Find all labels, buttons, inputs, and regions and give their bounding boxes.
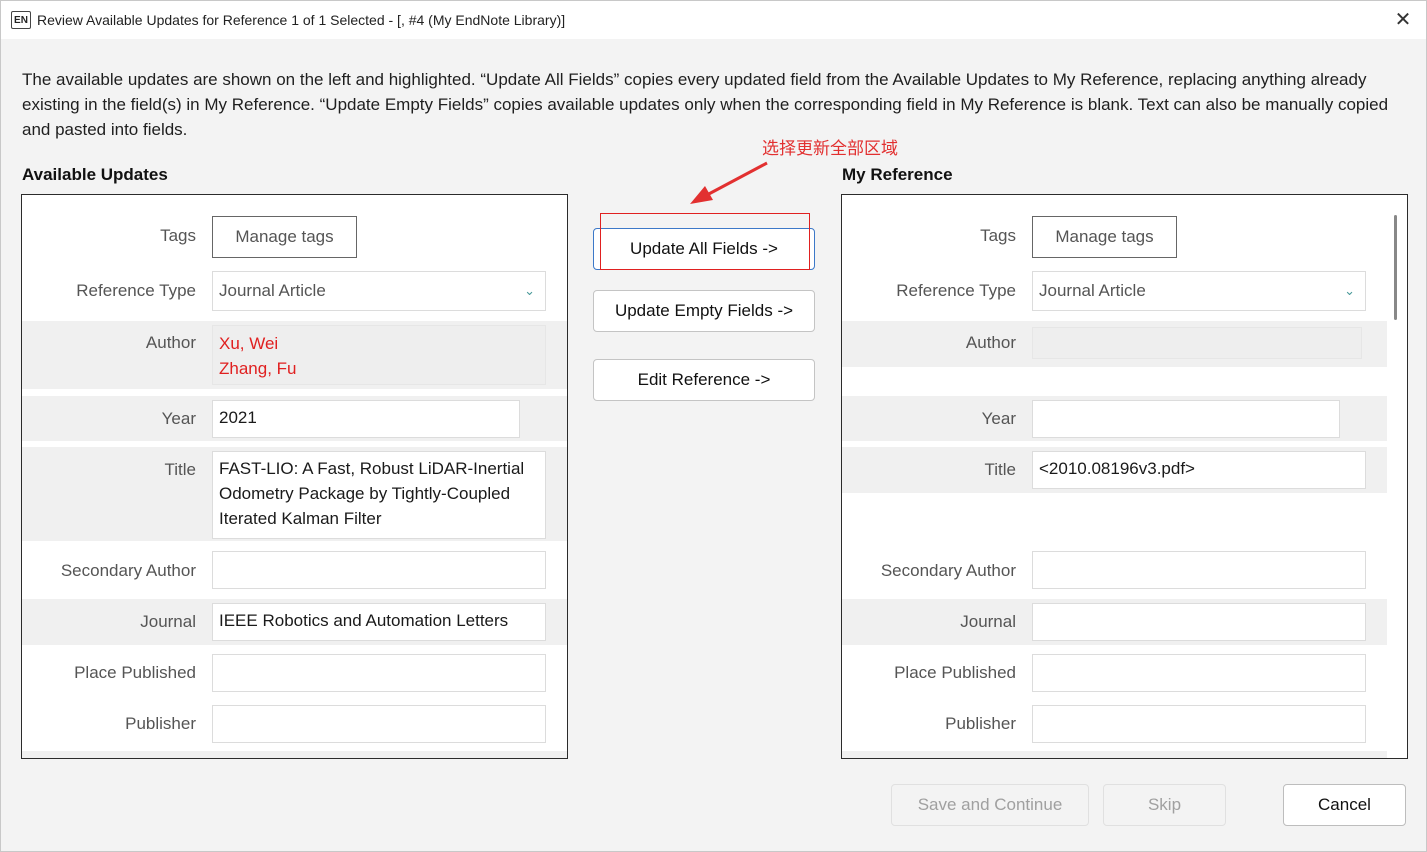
secondary-author-row: Secondary Author (22, 545, 567, 597)
update-empty-fields-button[interactable]: Update Empty Fields -> (593, 290, 815, 332)
journal-label: Journal (140, 612, 196, 631)
journal-field[interactable]: IEEE Robotics and Automation Letters (212, 603, 546, 641)
year-field[interactable]: 2021 (212, 400, 520, 438)
manage-tags-button[interactable]: Manage tags (212, 216, 357, 258)
my-reference-heading: My Reference (842, 165, 953, 184)
place-published-row: Place Published (842, 649, 1387, 699)
publisher-row: Publisher (842, 701, 1387, 753)
reference-type-label: Reference Type (76, 281, 196, 300)
reference-type-value: Journal Article (219, 281, 326, 300)
description-text: The available updates are shown on the l… (22, 70, 1389, 139)
reference-type-select[interactable]: Journal Article ⌄ (212, 271, 546, 311)
available-updates-heading: Available Updates (22, 165, 168, 184)
title-row: Title <2010.08196v3.pdf> (842, 447, 1387, 493)
publisher-field[interactable] (1032, 705, 1366, 743)
year-label: Year (161, 409, 196, 428)
tags-row: Tags Manage tags Reference Type Journal … (842, 195, 1387, 320)
year-row: Year (842, 396, 1387, 441)
author-label: Author (145, 333, 196, 352)
reference-type-value: Journal Article (1039, 281, 1146, 300)
close-icon[interactable]: ✕ (1388, 5, 1418, 35)
author-row: Author (842, 321, 1387, 367)
manage-tags-button[interactable]: Manage tags (1032, 216, 1177, 258)
year-row: Year 2021 (22, 396, 567, 441)
author-name: Zhang, Fu (219, 359, 297, 378)
title-label: Title (164, 460, 197, 479)
edit-reference-button[interactable]: Edit Reference -> (593, 359, 815, 401)
secondary-author-field[interactable] (1032, 551, 1366, 589)
my-reference-panel: Tags Manage tags Reference Type Journal … (841, 194, 1408, 759)
author-name: Xu, Wei (219, 334, 279, 353)
author-field[interactable] (1032, 327, 1362, 359)
tags-row: Tags Manage tags Reference Type Journal … (22, 195, 567, 320)
place-published-field[interactable] (212, 654, 546, 692)
annotation-text: 选择更新全部区域 (762, 139, 898, 158)
vertical-scrollbar[interactable] (1394, 215, 1397, 320)
journal-label: Journal (960, 612, 1016, 631)
annotation-arrow-icon (690, 161, 768, 204)
secondary-author-row: Secondary Author (842, 545, 1387, 597)
secondary-author-field[interactable] (212, 551, 546, 589)
title-field[interactable]: <2010.08196v3.pdf> (1032, 451, 1366, 489)
available-updates-panel: Tags Manage tags Reference Type Journal … (21, 194, 568, 759)
save-and-continue-button[interactable]: Save and Continue (891, 784, 1089, 826)
place-published-label: Place Published (894, 663, 1016, 682)
place-published-field[interactable] (1032, 654, 1366, 692)
title-label: Title (984, 460, 1017, 479)
cancel-button[interactable]: Cancel (1283, 784, 1406, 826)
place-published-row: Place Published (22, 649, 567, 699)
author-label: Author (965, 333, 1016, 352)
reference-type-select[interactable]: Journal Article ⌄ (1032, 271, 1366, 311)
tags-label: Tags (980, 226, 1016, 245)
year-field[interactable] (1032, 400, 1340, 438)
endnote-app-icon: EN (11, 11, 31, 29)
journal-row: Journal (842, 599, 1387, 645)
journal-field[interactable] (1032, 603, 1366, 641)
next-row-edge (842, 751, 1387, 758)
author-field[interactable]: Xu, Wei Zhang, Fu (212, 325, 546, 385)
title-bar: EN Review Available Updates for Referenc… (1, 1, 1426, 39)
chevron-down-icon: ⌄ (524, 283, 535, 298)
place-published-label: Place Published (74, 663, 196, 682)
secondary-author-label: Secondary Author (60, 561, 196, 580)
update-all-fields-button[interactable]: Update All Fields -> (593, 228, 815, 270)
publisher-row: Publisher (22, 701, 567, 753)
year-label: Year (981, 409, 1016, 428)
journal-row: Journal IEEE Robotics and Automation Let… (22, 599, 567, 645)
title-field[interactable]: FAST-LIO: A Fast, Robust LiDAR-Inertial … (212, 451, 546, 539)
next-row-edge (22, 751, 567, 758)
skip-button[interactable]: Skip (1103, 784, 1226, 826)
review-updates-dialog: EN Review Available Updates for Referenc… (0, 0, 1427, 852)
title-row: Title FAST-LIO: A Fast, Robust LiDAR-Ine… (22, 447, 567, 541)
publisher-label: Publisher (125, 714, 196, 733)
tags-label: Tags (160, 226, 196, 245)
author-row: Author Xu, Wei Zhang, Fu (22, 321, 567, 389)
window-title: Review Available Updates for Reference 1… (37, 12, 566, 28)
publisher-field[interactable] (212, 705, 546, 743)
chevron-down-icon: ⌄ (1344, 283, 1355, 298)
secondary-author-label: Secondary Author (880, 561, 1016, 580)
publisher-label: Publisher (945, 714, 1016, 733)
reference-type-label: Reference Type (896, 281, 1016, 300)
